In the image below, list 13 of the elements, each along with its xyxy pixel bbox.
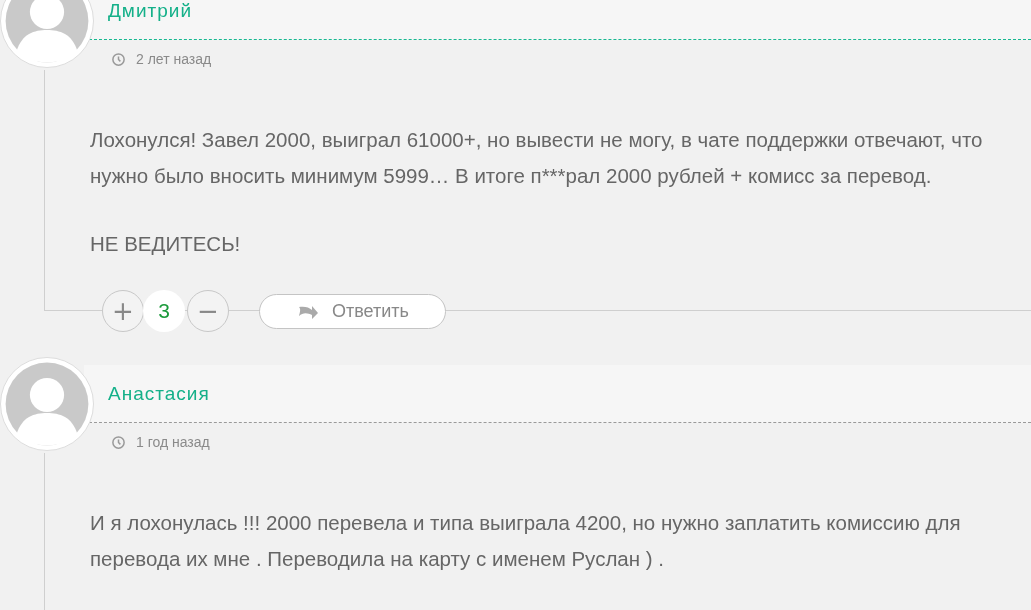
- author-name: Анастасия: [108, 382, 210, 405]
- comment-text: Лохонулся! Завел 2000, выиграл 61000+, но вывести не могу, в чате поддержки отвечают, что нужно было вносить минимум 5999… В итоге п***рал 2000 рублей + комисс за перевод.: [90, 127, 984, 189]
- clock-icon: [111, 51, 126, 67]
- comment-text: НЕ ВЕДИТЕСЬ!: [90, 231, 242, 257]
- reply-button[interactable]: Ответить: [259, 293, 446, 329]
- author-name: Дмитрий: [108, 0, 193, 22]
- clock-icon: [111, 434, 126, 450]
- vote-count: 3: [143, 290, 185, 332]
- comment-time: 2 лет назад: [136, 51, 212, 67]
- comment-text: И я лохонулась !!! 2000 перевела и типа выиграла 4200, но нужно заплатить комиссию для перевода их мне . Переводила на карту с именем Руслан ) .: [90, 510, 962, 572]
- upvote-button[interactable]: +: [102, 290, 144, 332]
- downvote-button[interactable]: −: [187, 290, 229, 332]
- comment-time: 1 год назад: [136, 434, 210, 450]
